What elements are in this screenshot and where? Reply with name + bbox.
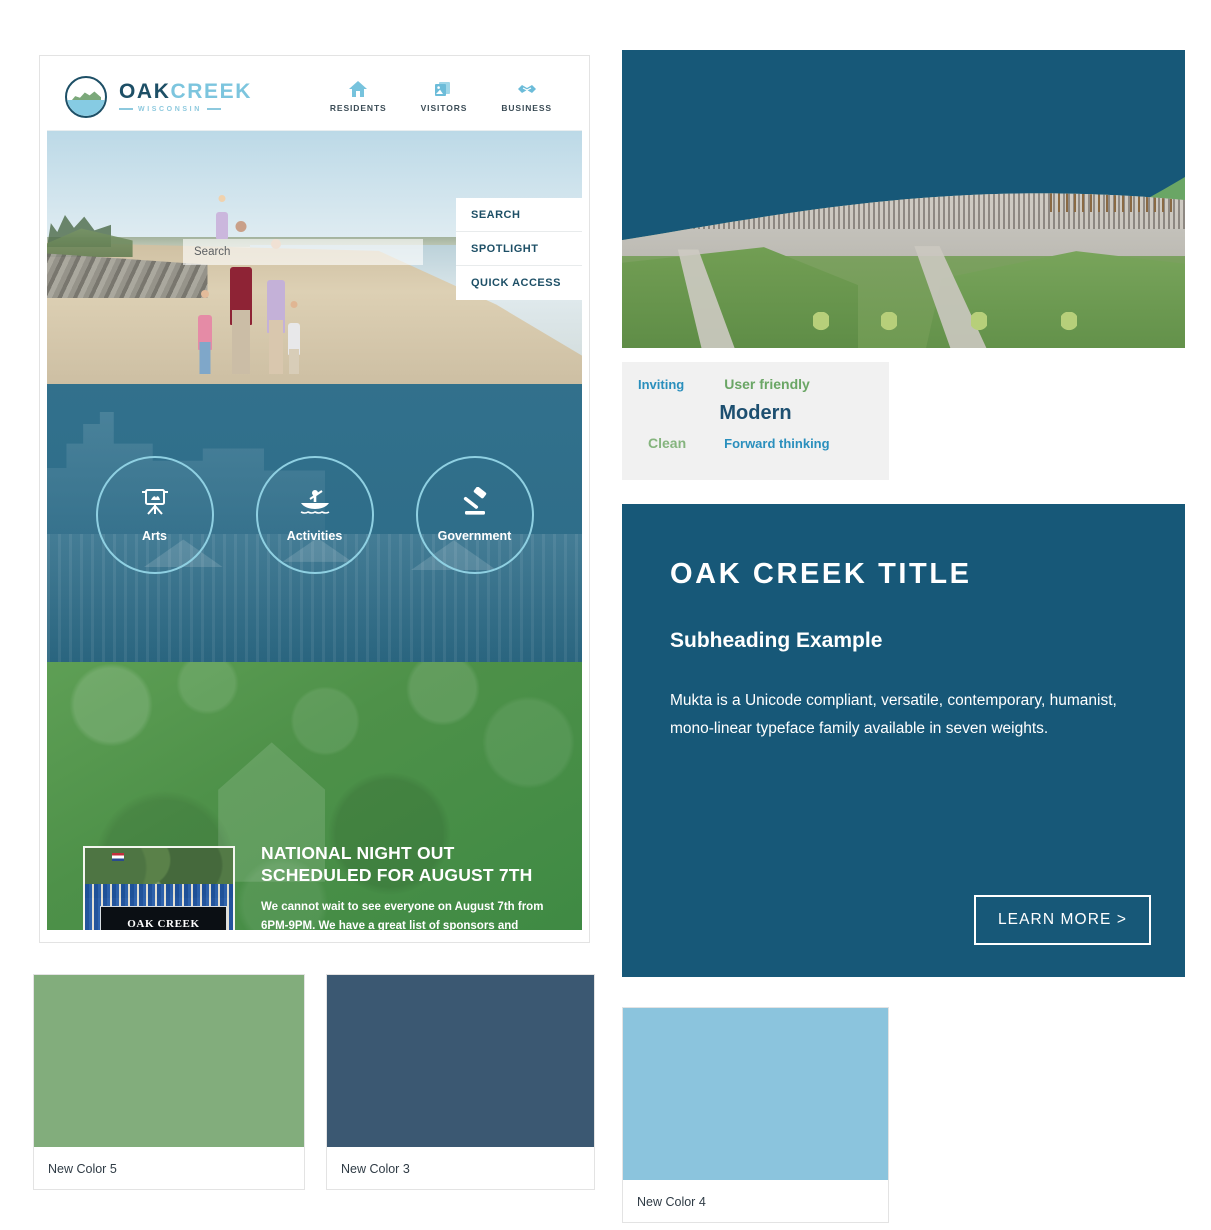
hero-search-field[interactable]: Search <box>183 239 423 265</box>
logo-subtitle-row: WISCONSIN <box>119 106 252 113</box>
nav-item-business[interactable]: BUSINESS <box>501 80 552 113</box>
logo-title-creek: CREEK <box>170 79 252 103</box>
nav-item-residents[interactable]: RESIDENTS <box>330 80 387 113</box>
nav-label-residents: RESIDENTS <box>329 103 387 113</box>
news-headline: NATIONAL NIGHT OUT SCHEDULED FOR AUGUST … <box>261 842 564 887</box>
easel-icon <box>140 487 170 517</box>
color-swatch-new-color-4[interactable]: New Color 4 <box>622 1007 889 1223</box>
quick-link-arts[interactable]: Arts <box>95 456 214 574</box>
quick-link-government[interactable]: Government <box>415 456 534 574</box>
typography-sample-card: OAK CREEK TITLE Subheading Example Mukta… <box>622 504 1185 977</box>
adjectives-row-3: Clean Forward thinking <box>638 435 873 451</box>
logo-title: OAKCREEK <box>119 81 252 102</box>
quick-link-label-activities: Activities <box>286 529 343 543</box>
nav-label-business: BUSINESS <box>501 103 552 113</box>
hero-search-placeholder: Search <box>194 246 231 258</box>
typography-title: OAK CREEK TITLE <box>670 558 972 590</box>
color-swatch-label-new-color-3: New Color 3 <box>341 1161 410 1176</box>
nav-label-visitors: VISITORS <box>420 103 468 113</box>
adjective-inviting: Inviting <box>638 377 685 392</box>
color-swatch-chip-light-blue <box>623 1008 888 1180</box>
website-mockup-viewport: OAKCREEK WISCONSIN RESIDENTS VISITORS BU… <box>47 63 582 935</box>
hero-menu-item-spotlight[interactable]: SPOTLIGHT <box>456 232 582 266</box>
brand-adjectives-card: Inviting User friendly Modern Clean Forw… <box>622 362 889 480</box>
handshake-icon <box>517 80 537 98</box>
logo-water-shape <box>67 100 105 116</box>
hero-person-child-right <box>286 301 302 374</box>
gavel-icon <box>459 487 491 517</box>
adjectives-row-1: Inviting User friendly <box>638 376 873 392</box>
logo-wordmark: OAKCREEK WISCONSIN <box>119 81 252 113</box>
color-swatch-chip-navy <box>327 975 594 1147</box>
oakcreek-circle-logo-icon <box>65 75 107 118</box>
news-headline-line1: NATIONAL NIGHT OUT <box>261 843 455 863</box>
adjective-forward-thinking: Forward thinking <box>724 436 830 451</box>
logo-dash-right-icon <box>206 108 221 110</box>
quick-link-label-government: Government <box>437 529 512 543</box>
hero-utility-menu: SEARCH SPOTLIGHT QUICK ACCESS <box>456 198 582 300</box>
adjective-user-friendly: User friendly <box>724 376 810 392</box>
typography-subheading: Subheading Example <box>670 629 883 652</box>
hero-beach-image: Search SEARCH SPOTLIGHT QUICK ACCESS <box>47 131 582 384</box>
design-style-guide-page: OAKCREEK WISCONSIN RESIDENTS VISITORS BU… <box>0 0 1211 1230</box>
news-feature-section: OAK CREEK Marching Knights Oak Creek, Wi… <box>47 662 582 930</box>
news-thumbnail-image[interactable]: OAK CREEK Marching Knights Oak Creek, Wi… <box>83 846 235 930</box>
adjective-modern: Modern <box>719 402 792 424</box>
site-header: OAKCREEK WISCONSIN RESIDENTS VISITORS BU… <box>47 63 582 131</box>
news-text-block: NATIONAL NIGHT OUT SCHEDULED FOR AUGUST … <box>261 842 564 930</box>
logo-subtitle: WISCONSIN <box>138 105 202 113</box>
color-swatch-label-new-color-4: New Color 4 <box>637 1194 706 1209</box>
news-thumb-flag-icon <box>111 852 124 861</box>
news-body-text: We cannot wait to see everyone on August… <box>261 900 544 930</box>
banner-photo-tree-2 <box>881 312 897 338</box>
website-mockup-card: OAKCREEK WISCONSIN RESIDENTS VISITORS BU… <box>39 55 590 943</box>
news-thumb-banner-line1: OAK CREEK <box>127 918 200 930</box>
logo-hill-shape <box>71 91 101 102</box>
hero-menu-item-quick-access[interactable]: QUICK ACCESS <box>456 266 582 300</box>
quick-link-label-arts: Arts <box>141 529 167 543</box>
logo-dash-left-icon <box>119 108 133 110</box>
canoe-icon <box>298 487 332 517</box>
news-headline-line2: SCHEDULED FOR AUGUST 7TH <box>261 865 533 886</box>
home-icon <box>348 80 368 98</box>
color-swatch-chip-green <box>34 975 304 1147</box>
nav-item-visitors[interactable]: VISITORS <box>421 80 468 113</box>
hero-banner-wave-card <box>622 50 1185 348</box>
color-swatch-new-color-5[interactable]: New Color 5 <box>33 974 305 1190</box>
hero-family-group <box>186 192 347 374</box>
color-swatch-new-color-3[interactable]: New Color 3 <box>326 974 595 1190</box>
quick-links-section: Arts Activities Government <box>47 384 582 662</box>
quick-links-circle-row: Arts Activities Government <box>47 456 582 574</box>
banner-photo-tree-1 <box>813 312 829 338</box>
banner-photo-tree-3 <box>971 312 987 338</box>
adjectives-row-2: Modern <box>638 402 873 425</box>
learn-more-button[interactable]: LEARN MORE > <box>973 895 1151 945</box>
news-thumb-banner: OAK CREEK Marching Knights Oak Creek, Wi… <box>99 905 228 930</box>
site-logo[interactable]: OAKCREEK WISCONSIN <box>65 75 252 118</box>
hero-menu-item-search[interactable]: SEARCH <box>456 198 582 232</box>
hero-person-child-left <box>196 290 214 374</box>
logo-title-oak: OAK <box>119 79 171 103</box>
color-swatch-label-new-color-5: New Color 5 <box>48 1161 117 1176</box>
typography-body-text: Mukta is a Unicode compliant, versatile,… <box>670 692 1117 737</box>
quick-link-activities[interactable]: Activities <box>255 456 374 574</box>
banner-photo-tree-4 <box>1061 312 1077 338</box>
photos-icon <box>434 80 454 98</box>
site-main-nav: RESIDENTS VISITORS BUSINESS <box>330 80 552 113</box>
adjective-clean: Clean <box>648 435 687 451</box>
